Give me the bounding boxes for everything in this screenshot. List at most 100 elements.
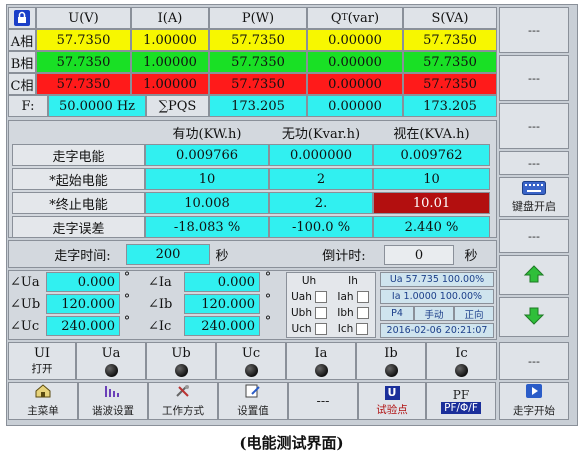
keyboard-button[interactable]: 键盘开启 — [499, 177, 569, 217]
phase-c-q: 0.00000 — [307, 73, 403, 95]
signal-ui-toggle[interactable]: UI 打开 — [8, 342, 76, 380]
set-value-label: 设置值 — [237, 405, 269, 417]
phase-a-label: A相 — [8, 29, 36, 51]
up-button[interactable] — [499, 255, 569, 295]
info-manual: 手动 — [414, 306, 454, 321]
test-point-button[interactable]: U 试验点 — [358, 382, 426, 420]
keyboard-icon — [522, 180, 546, 198]
energy-end-p[interactable]: 10.008 — [145, 192, 269, 214]
signal-ub: Ub — [146, 342, 216, 380]
header-current: I(A) — [131, 7, 209, 29]
signal-ic-led — [455, 363, 468, 377]
signal-ib-led — [384, 363, 398, 377]
empty-menu-button[interactable]: --- — [288, 382, 358, 420]
phase-c-i: 1.00000 — [131, 73, 209, 95]
harm-uah[interactable]: Uah — [287, 289, 331, 304]
info-voltage: Ua 57.735 100.00% — [380, 272, 494, 287]
right-button-7[interactable]: --- — [499, 342, 569, 380]
angle-ua-label: ∠Ua — [10, 274, 40, 290]
main-menu-button[interactable]: 主菜单 — [8, 382, 78, 420]
harm-uah-label: Uah — [291, 290, 312, 303]
header-reactive: Q T (var) — [307, 7, 403, 29]
harmonic-settings-button[interactable]: 谐波设置 — [78, 382, 148, 420]
phase-b-u: 57.7350 — [36, 51, 131, 73]
right-button-2[interactable]: --- — [499, 55, 569, 101]
angle-ua-value[interactable]: 0.000 — [46, 272, 120, 292]
signal-ua-led — [104, 363, 118, 377]
harm-iah[interactable]: Iah — [331, 289, 375, 304]
energy-header-reactive: 无功(Kvar.h) — [281, 126, 361, 142]
energy-start-p[interactable]: 10 — [145, 168, 269, 190]
energy-start-s[interactable]: 10 — [373, 168, 490, 190]
header-reactive-q: Q — [330, 10, 342, 26]
walk-time-input[interactable]: 200 — [126, 244, 210, 265]
down-button[interactable] — [499, 297, 569, 337]
info-direction: 正向 — [454, 306, 494, 321]
harm-uch-checkbox[interactable] — [314, 322, 327, 335]
energy-end-s[interactable]: 10.01 — [373, 192, 490, 214]
work-mode-button[interactable]: 工作方式 — [148, 382, 218, 420]
angle-ub-value[interactable]: 120.000 — [46, 294, 120, 314]
phase-c-u: 57.7350 — [36, 73, 131, 95]
harm-ubh[interactable]: Ubh — [287, 305, 331, 320]
walk-time-unit: 秒 — [215, 248, 229, 264]
angle-ia-deg: ° — [264, 270, 272, 284]
energy-header-apparent: 视在(KVA.h) — [393, 126, 470, 142]
right-button-6[interactable]: --- — [499, 219, 569, 253]
harm-ubh-label: Ubh — [290, 306, 312, 319]
set-value-button[interactable]: 设置值 — [218, 382, 288, 420]
phase-a-i: 1.00000 — [131, 29, 209, 51]
right-button-1[interactable]: --- — [499, 7, 569, 53]
angle-ia-label: ∠Ia — [148, 274, 172, 290]
phase-c-label: C相 — [8, 73, 36, 95]
angle-ub-label: ∠Ub — [10, 296, 41, 312]
tools-icon — [174, 384, 192, 403]
walk-time-label: 走字时间: — [54, 248, 111, 264]
harmonic-settings-label: 谐波设置 — [92, 405, 134, 417]
pf-button[interactable]: PF PF/Φ/F — [426, 382, 496, 420]
harm-ubh-checkbox[interactable] — [315, 306, 327, 319]
header-apparent: S(VA) — [403, 7, 497, 29]
angle-ib-deg: ° — [264, 292, 272, 306]
energy-end-q[interactable]: 2. — [269, 192, 373, 214]
sum-p: 173.205 — [209, 95, 307, 117]
energy-row-walk-label: 走字电能 — [12, 144, 145, 166]
signal-ui-label: UI — [33, 346, 51, 361]
harm-iah-checkbox[interactable] — [356, 290, 369, 303]
right-button-4[interactable]: --- — [499, 151, 569, 175]
sum-s: 173.205 — [403, 95, 497, 117]
energy-start-q[interactable]: 2 — [269, 168, 373, 190]
pf-label: PF/Φ/F — [441, 402, 481, 414]
harm-ibh[interactable]: Ibh — [331, 305, 375, 320]
header-voltage: U(V) — [36, 7, 131, 29]
angle-uc-value[interactable]: 240.000 — [46, 316, 120, 336]
freq-label: F: — [8, 95, 48, 117]
harm-ich[interactable]: Ich — [331, 321, 375, 336]
phase-b-p: 57.7350 — [209, 51, 307, 73]
sum-pqs-label: ∑PQS — [146, 95, 209, 117]
keyboard-button-label: 键盘开启 — [512, 199, 556, 213]
signal-ui-sub: 打开 — [31, 363, 53, 375]
energy-error-p: -18.083 % — [145, 216, 269, 238]
right-button-3[interactable]: --- — [499, 103, 569, 149]
harm-uch[interactable]: Uch — [287, 321, 331, 336]
angle-ib-value[interactable]: 120.000 — [184, 294, 260, 314]
angle-ic-value[interactable]: 240.000 — [184, 316, 260, 336]
harm-ih: Ih — [348, 274, 358, 287]
countdown-unit: 秒 — [464, 248, 478, 264]
angle-ia-value[interactable]: 0.000 — [184, 272, 260, 292]
signal-ia: Ia — [286, 342, 356, 380]
energy-error-q: -100.0 % — [269, 216, 373, 238]
signal-ua-label: Ua — [101, 345, 121, 361]
harm-ibh-checkbox[interactable] — [356, 306, 369, 319]
main-menu-label: 主菜单 — [27, 405, 59, 417]
harm-uah-checkbox[interactable] — [314, 290, 327, 303]
header-power: P(W) — [209, 7, 307, 29]
phase-b-i: 1.00000 — [131, 51, 209, 73]
harm-ich-checkbox[interactable] — [356, 322, 369, 335]
energy-walk-p: 0.009766 — [145, 144, 269, 166]
signal-ia-led — [314, 363, 328, 377]
play-icon — [525, 384, 543, 403]
walk-start-button[interactable]: 走字开始 — [499, 382, 569, 420]
lock-button[interactable] — [8, 7, 36, 29]
